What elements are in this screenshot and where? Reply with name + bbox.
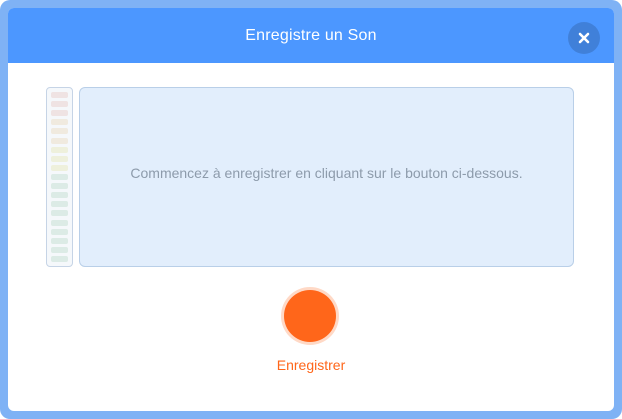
recording-area: Commencez à enregistrer en cliquant sur … — [79, 87, 574, 267]
meter-segment — [51, 92, 68, 98]
meter-segment — [51, 210, 68, 217]
meter-segment — [51, 228, 68, 235]
meter-segment — [51, 146, 68, 153]
meter-segment — [51, 173, 68, 180]
meter-segment — [51, 101, 68, 108]
meter-segment — [51, 183, 68, 190]
dialog-header: Enregistre un Son — [8, 8, 614, 63]
close-icon — [578, 32, 590, 44]
modal-frame: Enregistre un Son Commencez à enregistre… — [0, 0, 622, 419]
meter-segment — [51, 219, 68, 226]
meter-segment — [51, 237, 68, 244]
meter-segment — [51, 246, 68, 253]
meter-segment — [51, 155, 68, 162]
meter-segment — [51, 137, 68, 144]
close-button[interactable] — [568, 22, 600, 54]
meter-segment — [51, 201, 68, 208]
level-meter — [46, 87, 73, 267]
record-button[interactable] — [284, 290, 336, 342]
meter-segment — [51, 164, 68, 171]
meter-segment — [51, 255, 68, 262]
record-sound-dialog: Enregistre un Son Commencez à enregistre… — [8, 8, 614, 411]
meter-segment — [51, 128, 68, 135]
meter-segment — [51, 110, 68, 117]
placeholder-text: Commencez à enregistrer en cliquant sur … — [130, 165, 523, 181]
record-label[interactable]: Enregistrer — [8, 357, 614, 373]
dialog-title: Enregistre un Son — [245, 26, 377, 44]
meter-segment — [51, 192, 68, 199]
meter-segment — [51, 119, 68, 126]
